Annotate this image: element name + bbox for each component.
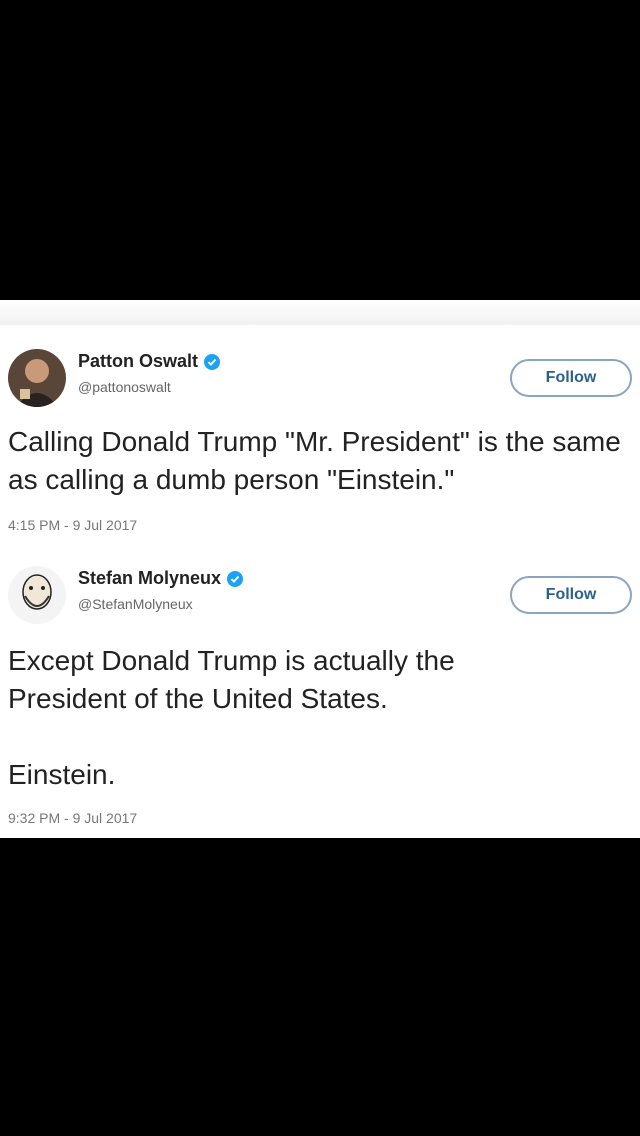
tweet-timestamp[interactable]: 4:15 PM - 9 Jul 2017 (8, 517, 137, 533)
follow-button[interactable]: Follow (510, 359, 632, 397)
verified-badge-icon (227, 570, 244, 587)
tweet-timestamp[interactable]: 9:32 PM - 9 Jul 2017 (8, 810, 137, 826)
author-handle[interactable]: @pattonoswalt (78, 379, 171, 395)
tweet-screenshot-card: Patton Oswalt @pattonoswalt Follow Calli… (0, 300, 640, 838)
author-name-row: Stefan Molyneux (78, 568, 244, 589)
author-handle[interactable]: @StefanMolyneux (78, 596, 193, 612)
author-name[interactable]: Stefan Molyneux (78, 568, 221, 589)
avatar-patton-oswalt[interactable] (8, 349, 66, 407)
avatar-stefan-molyneux[interactable] (8, 566, 66, 624)
tweet-text: Except Donald Trump is actually the Pres… (8, 645, 455, 790)
follow-button[interactable]: Follow (510, 576, 632, 614)
author-name-row: Patton Oswalt (78, 351, 221, 372)
tweet-text: Calling Donald Trump "Mr. President" is … (8, 426, 621, 495)
verified-badge-icon (204, 353, 221, 370)
author-name[interactable]: Patton Oswalt (78, 351, 198, 372)
